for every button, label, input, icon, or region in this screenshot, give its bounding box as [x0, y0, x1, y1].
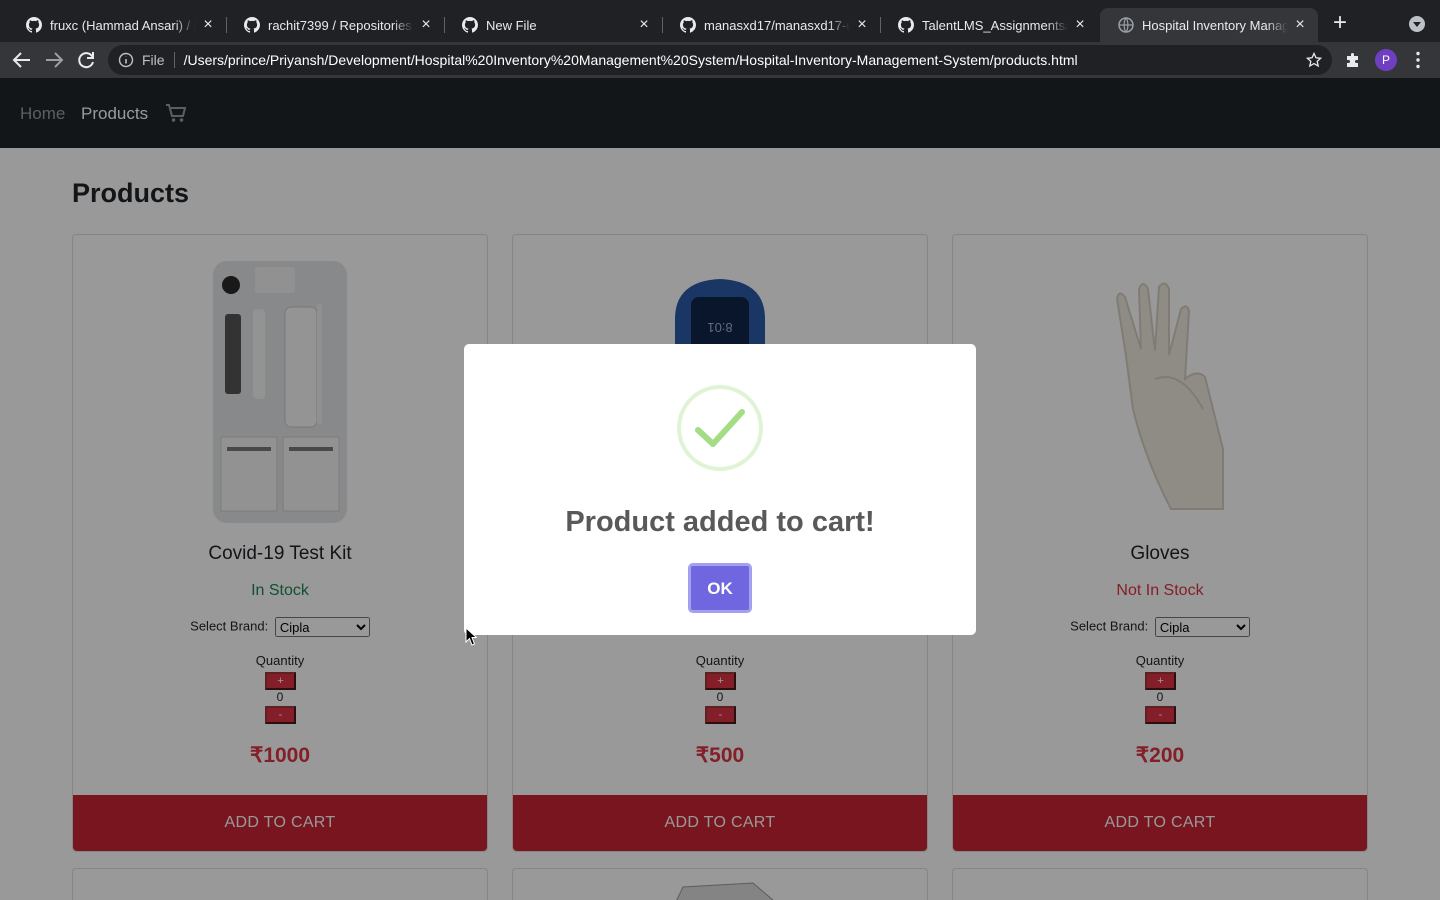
browser-tab-strip: fruxc (Hammad Ansari) / Repositories × r… [0, 0, 1440, 42]
reload-icon[interactable] [74, 48, 98, 72]
browser-tab-active[interactable]: Hospital Inventory Management × [1100, 8, 1318, 42]
page-content: Home Products Products Covid-19 Test Kit… [0, 78, 1440, 900]
close-icon[interactable]: × [1072, 16, 1088, 33]
browser-toolbar: File /Users/prince/Priyansh/Development/… [0, 42, 1440, 78]
success-check-icon [677, 385, 763, 471]
close-icon[interactable]: × [1292, 16, 1308, 33]
close-icon[interactable]: × [200, 16, 216, 33]
tab-title: rachit7399 / Repositories [268, 17, 412, 33]
github-icon [26, 17, 42, 33]
tab-title: TalentLMS_Assignments/Day [922, 17, 1068, 33]
tab-title: fruxc (Hammad Ansari) / Repositories [50, 17, 196, 33]
address-bar[interactable]: File /Users/prince/Priyansh/Development/… [108, 45, 1332, 75]
profile-avatar[interactable]: P [1375, 49, 1397, 71]
github-icon [680, 17, 696, 33]
browser-tab[interactable]: rachit7399 / Repositories × [226, 8, 445, 42]
browser-tab[interactable]: TalentLMS_Assignments/Day × [880, 8, 1098, 42]
bookmark-star-icon[interactable] [1306, 52, 1322, 68]
more-menu-icon[interactable] [1416, 51, 1420, 69]
close-icon[interactable]: × [418, 16, 434, 33]
tab-title: Hospital Inventory Management [1142, 17, 1288, 33]
close-icon[interactable]: × [636, 16, 652, 33]
browser-tab[interactable]: fruxc (Hammad Ansari) / Repositories × [8, 8, 227, 42]
tab-title: manasxd17/manasxd17-uiux [704, 17, 850, 33]
globe-icon [1118, 17, 1134, 33]
extensions-puzzle-icon[interactable] [1344, 51, 1362, 69]
tab-title: New File [486, 17, 537, 33]
url-scheme: File [142, 52, 165, 68]
tab-search-icon[interactable] [1409, 16, 1425, 32]
forward-arrow-icon[interactable] [42, 48, 66, 72]
github-icon [898, 17, 914, 33]
dialog-title: Product added to cart! [565, 506, 875, 538]
browser-tab[interactable]: New File × [444, 8, 663, 42]
url-text[interactable]: /Users/prince/Priyansh/Development/Hospi… [184, 52, 1078, 68]
mouse-cursor-icon [465, 627, 477, 646]
info-icon[interactable] [118, 52, 134, 68]
browser-tab[interactable]: manasxd17/manasxd17-uiux × [662, 8, 881, 42]
ok-button[interactable]: OK [688, 563, 752, 613]
github-icon [462, 17, 478, 33]
back-arrow-icon[interactable] [10, 48, 34, 72]
close-icon[interactable]: × [854, 16, 870, 33]
success-dialog: Product added to cart! OK [464, 344, 976, 635]
omnibox-divider [173, 52, 175, 68]
new-tab-icon[interactable]: + [1328, 11, 1352, 36]
github-icon [244, 17, 260, 33]
